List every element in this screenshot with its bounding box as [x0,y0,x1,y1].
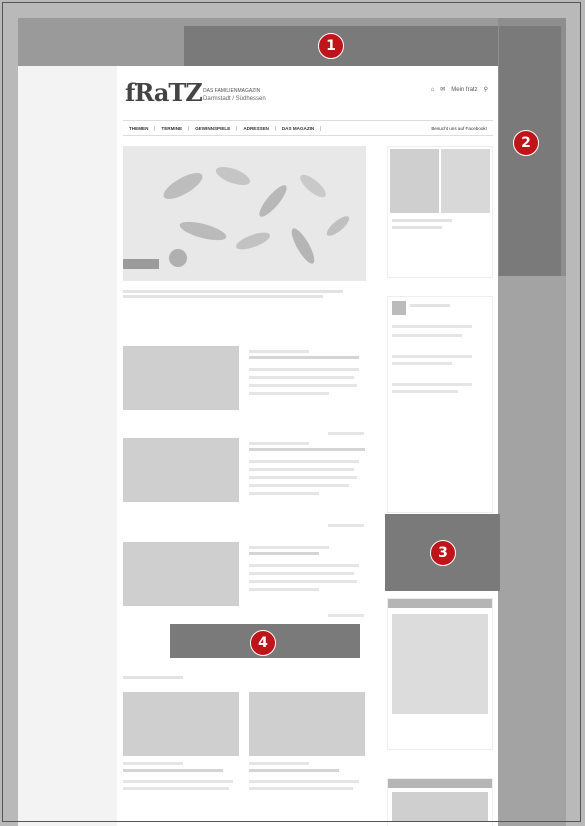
search-icon[interactable]: ⚲ [484,86,488,93]
article-card[interactable] [123,692,239,822]
article-image[interactable] [123,346,239,410]
home-icon[interactable]: ⌂ [431,87,435,93]
sidebar-events [387,296,493,513]
article-image[interactable] [249,692,365,756]
article-teaser[interactable] [123,438,366,534]
article-card[interactable] [249,692,365,822]
facebook-link[interactable]: Besucht uns auf Facebook! [425,126,493,131]
sidebar-image[interactable] [441,149,490,213]
section-heading-blurred [123,676,183,679]
sidebar-heading-blurred [388,779,492,788]
magazine-cover[interactable] [392,614,488,714]
nav-item-magazin[interactable]: DAS MAGAZIN [276,125,322,131]
sidebar-magazine[interactable] [387,598,493,750]
mein-fratz-link[interactable]: Mein fratz [451,87,477,93]
nav-item-themen[interactable]: THEMEN [123,125,156,131]
logo-region: Darmstadt / Südhessen [203,96,266,102]
marker-badge: 3 [430,540,456,566]
site-logo[interactable]: fRaTZ [125,78,203,107]
hero-vegetables-illustration [163,166,350,267]
header-icons: ⌂ ✉ Mein fratz ⚲ [431,86,488,94]
nav-item-gewinnspiele[interactable]: GEWINNSPIELE [189,125,238,131]
sidebar-bottom [387,778,493,826]
page-content: fRaTZ DAS FAMILIENMAGAZIN Darmstadt / Sü… [117,66,498,826]
hero-caption-blurred [123,288,363,300]
hero-label-bar [123,259,159,269]
sidebar-heading-blurred [388,599,492,608]
mail-icon[interactable]: ✉ [440,86,445,93]
main-nav: THEMEN TERMINE GEWINNSPIELE ADRESSEN DAS… [123,120,493,136]
marker-badge: 1 [318,33,344,59]
article-teaser[interactable] [123,346,366,442]
hero-image[interactable] [123,146,366,281]
article-image[interactable] [123,438,239,502]
left-background [18,66,117,826]
marker-badge: 4 [250,630,276,656]
nav-item-adressen[interactable]: ADRESSEN [237,125,276,131]
nav-item-termine[interactable]: TERMINE [155,125,190,131]
logo-tagline: DAS FAMILIENMAGAZIN [203,88,261,94]
article-image[interactable] [123,542,239,606]
marker-badge: 2 [513,130,539,156]
sidebar-teaser[interactable] [387,146,493,278]
calendar-icon [392,301,406,315]
sidebar-image[interactable] [390,149,439,213]
article-image[interactable] [123,692,239,756]
